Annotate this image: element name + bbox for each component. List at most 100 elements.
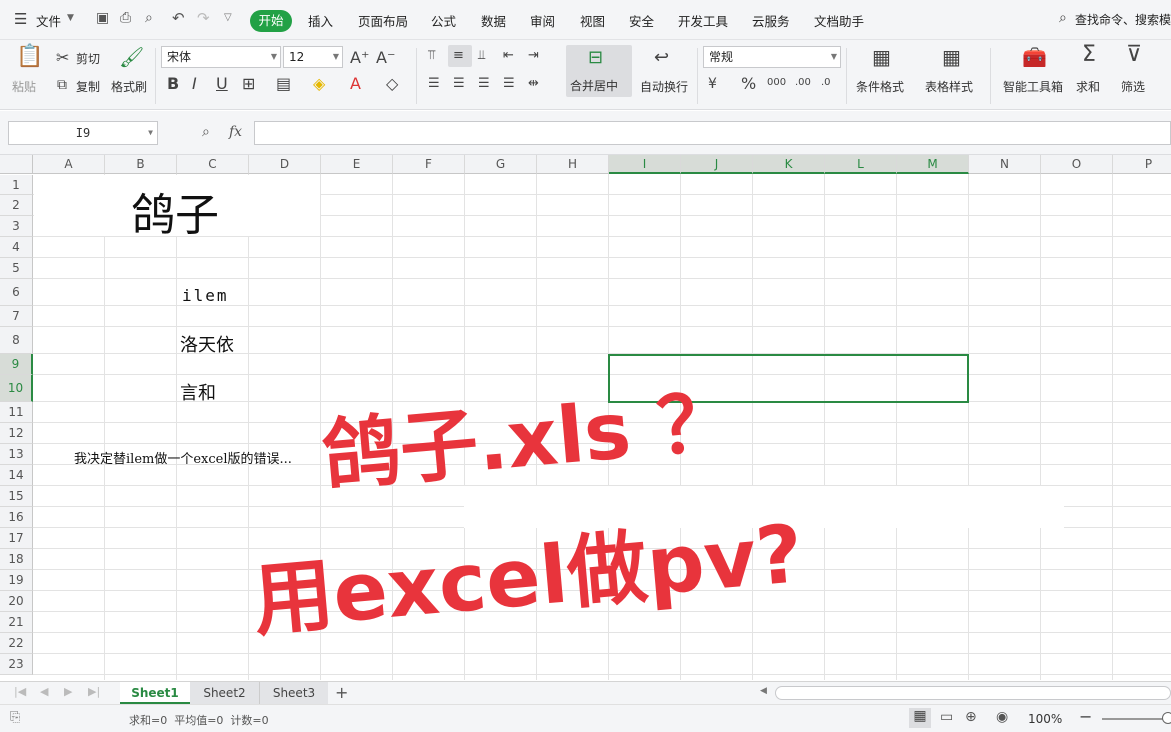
toolbox-icon[interactable]: 🧰 (1022, 47, 1047, 67)
cell-a13[interactable]: 我决定替ilem做一个excel版的错误... (74, 448, 292, 467)
table-style-icon[interactable]: ▦ (942, 47, 961, 67)
underline-icon[interactable]: U (216, 75, 228, 93)
align-left-icon[interactable]: ☰ (428, 75, 440, 93)
row-header-7[interactable]: 7 (0, 306, 33, 327)
align-bottom-icon[interactable]: ⫫ (478, 47, 485, 65)
row-header-9[interactable]: 9 (0, 354, 33, 375)
format-painter-button[interactable]: 格式刷 (111, 78, 147, 95)
column-header-l[interactable]: L (825, 155, 897, 174)
column-header-h[interactable]: H (537, 155, 609, 174)
menu-file[interactable]: 文件 (36, 11, 61, 30)
column-header-c[interactable]: C (177, 155, 249, 174)
menu-doc-assistant[interactable]: 文档助手 (814, 11, 864, 30)
menu-view[interactable]: 视图 (580, 11, 605, 30)
tab-sheet3[interactable]: Sheet3 (260, 682, 328, 704)
row-header-6[interactable]: 6 (0, 279, 33, 306)
column-header-g[interactable]: G (465, 155, 537, 174)
align-right-icon[interactable]: ☰ (478, 75, 490, 93)
print-icon[interactable]: ⎙ (120, 10, 131, 26)
page-break-view-icon[interactable]: ⊕ (965, 709, 977, 725)
number-format-select[interactable]: 常规 ▼ (703, 46, 841, 68)
sum-button[interactable]: 求和 (1076, 78, 1100, 95)
horizontal-scrollbar[interactable] (775, 686, 1171, 700)
decrease-decimal-icon[interactable]: .0 (821, 74, 831, 92)
smart-toolbox-button[interactable]: 智能工具箱 (1003, 78, 1063, 95)
tab-sheet2[interactable]: Sheet2 (190, 682, 260, 704)
copy-button[interactable]: 复制 (76, 78, 100, 95)
row-header-15[interactable]: 15 (0, 486, 33, 507)
justify-icon[interactable]: ☰ (503, 75, 515, 93)
merge-center-button[interactable]: ⊟ 合并居中 (566, 45, 632, 97)
column-header-i[interactable]: I (609, 155, 681, 174)
conditional-format-icon[interactable]: ▦ (872, 47, 891, 67)
border-icon[interactable]: ⊞ (242, 75, 255, 93)
increase-decimal-icon[interactable]: .00 (795, 74, 811, 92)
zoom-level[interactable]: 100% (1028, 712, 1062, 726)
format-painter-icon[interactable]: 🖌 (119, 47, 144, 67)
cut-button[interactable]: 剪切 (76, 50, 100, 67)
fill-color-icon[interactable]: ◈ (313, 75, 325, 93)
column-header-f[interactable]: F (393, 155, 465, 174)
paste-button[interactable]: 粘贴 (12, 78, 36, 95)
menu-cloud[interactable]: 云服务 (752, 11, 790, 30)
column-header-j[interactable]: J (681, 155, 753, 174)
more-icon[interactable]: ▽ (224, 12, 232, 23)
filter-button[interactable]: 筛选 (1121, 78, 1145, 95)
zoom-formula-icon[interactable]: ⌕ (202, 124, 210, 140)
zoom-slider-handle[interactable] (1162, 712, 1171, 724)
italic-icon[interactable]: I (192, 75, 197, 93)
menu-page-layout[interactable]: 页面布局 (358, 11, 408, 30)
row-header-1[interactable]: 1 (0, 175, 33, 195)
row-header-23[interactable]: 23 (0, 654, 33, 675)
menu-home[interactable]: 开始 (250, 10, 292, 32)
page-layout-view-icon[interactable]: ▭ (940, 709, 953, 725)
zoom-out-icon[interactable]: − (1079, 707, 1092, 726)
filter-icon[interactable]: ⊽ (1126, 44, 1142, 66)
row-header-12[interactable]: 12 (0, 423, 33, 444)
tab-sheet1[interactable]: Sheet1 (120, 682, 190, 704)
name-box[interactable]: I9 ▼ (8, 121, 158, 145)
align-center-icon[interactable]: ☰ (453, 75, 465, 93)
reading-mode-icon[interactable]: ◉ (996, 709, 1008, 725)
zoom-slider[interactable] (1102, 718, 1171, 720)
sum-icon[interactable]: Σ (1082, 44, 1096, 66)
scroll-left-icon[interactable]: ◀ (760, 686, 767, 696)
row-header-21[interactable]: 21 (0, 612, 33, 633)
worksheet-grid[interactable]: ABCDEFGHIJKLMNOP 1 2 3 4 5 6 7 8 9 10 11 12 13 14 15 16… (0, 155, 1171, 681)
hamburger-icon[interactable]: ☰ (14, 10, 27, 28)
row-header-18[interactable]: 18 (0, 549, 33, 570)
row-header-14[interactable]: 14 (0, 465, 33, 486)
column-header-b[interactable]: B (105, 155, 177, 174)
add-sheet-icon[interactable]: + (335, 683, 348, 702)
cell-c10[interactable]: 言和 (180, 379, 216, 405)
menu-data[interactable]: 数据 (481, 11, 506, 30)
fx-icon[interactable]: fx (229, 124, 242, 140)
paste-icon[interactable]: 📋 (16, 46, 43, 68)
save-icon[interactable]: ▣ (96, 10, 109, 26)
wrap-text-button[interactable]: 自动换行 (640, 78, 688, 95)
column-header-d[interactable]: D (249, 155, 321, 174)
row-header-8[interactable]: 8 (0, 327, 33, 354)
row-header-5[interactable]: 5 (0, 258, 33, 279)
row-header-22[interactable]: 22 (0, 633, 33, 654)
align-top-icon[interactable]: ⫪ (428, 47, 435, 65)
menu-formula[interactable]: 公式 (431, 11, 456, 30)
row-header-3[interactable]: 3 (0, 216, 33, 237)
prev-sheet-icon[interactable]: ◀ (40, 685, 48, 698)
cell-c8[interactable]: 洛天依 (180, 331, 234, 357)
menu-security[interactable]: 安全 (629, 11, 654, 30)
row-header-19[interactable]: 19 (0, 570, 33, 591)
search-icon[interactable]: ⌕ (1059, 10, 1067, 26)
percent-icon[interactable]: % (741, 75, 756, 93)
command-search[interactable]: 查找命令、搜索模 (1075, 11, 1171, 28)
column-header-a[interactable]: A (33, 155, 105, 174)
wrap-text-icon[interactable]: ↩ (654, 49, 669, 67)
increase-font-icon[interactable]: A⁺ (350, 49, 369, 67)
conditional-format-button[interactable]: 条件格式 (856, 78, 904, 95)
column-header-e[interactable]: E (321, 155, 393, 174)
next-sheet-icon[interactable]: ▶ (64, 685, 72, 698)
indent-increase-icon[interactable]: ⇥ (528, 47, 539, 65)
column-header-k[interactable]: K (753, 155, 825, 174)
font-color-icon[interactable]: A (350, 75, 361, 93)
row-header-20[interactable]: 20 (0, 591, 33, 612)
